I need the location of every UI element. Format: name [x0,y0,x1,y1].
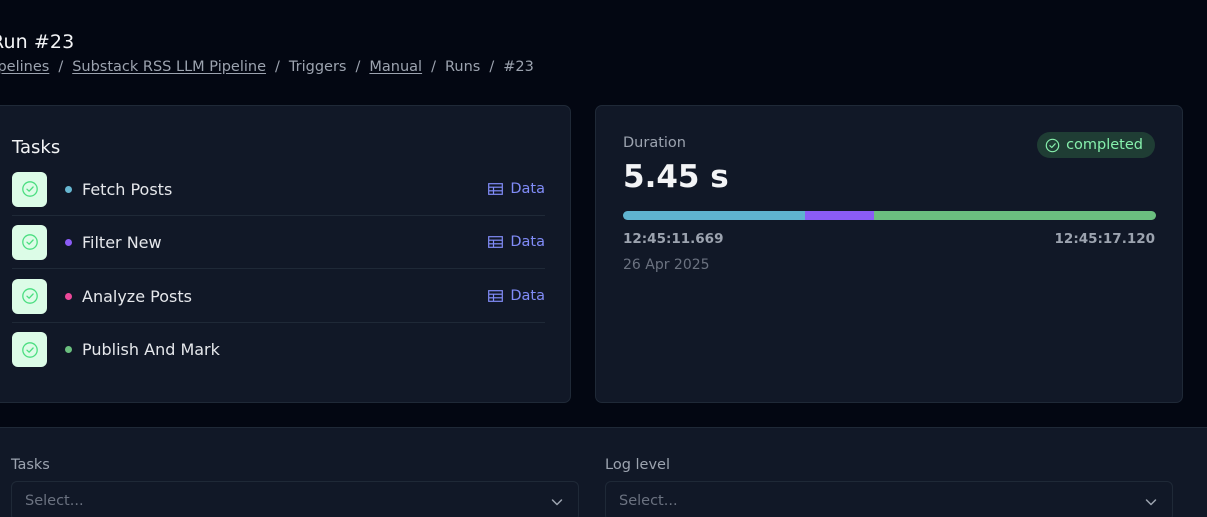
breadcrumb-separator: / [58,59,64,75]
breadcrumb-pipelines[interactable]: Pipelines [0,59,49,75]
task-data-link[interactable]: Data [488,181,545,197]
run-date: 26 Apr 2025 [623,257,710,273]
table-icon [488,236,504,248]
log-filter-panel: Tasks Select... Log level Select... [0,427,1207,517]
task-data-link[interactable]: Data [488,234,545,250]
end-time: 12:45:17.120 [1054,231,1155,247]
task-row-analyze-posts[interactable]: Analyze Posts Data [12,270,545,323]
breadcrumb: Pipelines / Substack RSS LLM Pipeline / … [0,59,534,75]
tasks-select[interactable]: Select... [11,481,579,517]
task-row-publish-and-mark[interactable]: Publish And Mark [12,323,545,376]
breadcrumb-manual[interactable]: Manual [369,59,422,75]
task-row-fetch-posts[interactable]: Fetch Posts Data [12,163,545,216]
task-row-filter-new[interactable]: Filter New Data [12,216,545,269]
breadcrumb-run-id: #23 [503,59,534,75]
task-color-dot [65,238,72,246]
task-color-dot [65,292,72,300]
breadcrumb-triggers: Triggers [288,59,347,75]
log-level-filter-label: Log level [605,457,670,473]
chevron-down-icon [551,499,563,506]
task-name: Analyze Posts [82,286,192,306]
task-color-dot [65,346,72,353]
duration-label: Duration [623,135,686,151]
status-text: completed [1066,137,1143,153]
task-name: Fetch Posts [82,179,173,199]
check-circle-icon [12,224,47,260]
breadcrumb-separator: / [355,59,361,75]
task-color-dot [65,185,72,193]
task-data-label: Data [510,181,545,197]
status-badge: completed [1037,132,1155,158]
tasks-select-placeholder: Select... [25,493,84,509]
check-circle-icon [1045,138,1060,152]
run-page: Run #23 Pipelines / Substack RSS LLM Pip… [0,0,1207,517]
log-level-select[interactable]: Select... [605,481,1173,517]
breadcrumb-separator: / [431,59,436,75]
run-timeline-bar [623,211,1156,220]
chevron-down-icon [1145,499,1157,506]
timeline-segment [805,211,874,220]
breadcrumb-separator: / [489,59,495,75]
page-title: Run #23 [0,31,75,53]
start-time: 12:45:11.669 [623,231,724,247]
task-name: Filter New [82,232,162,252]
breadcrumb-separator: / [275,59,280,75]
table-icon [488,183,504,195]
breadcrumb-pipeline[interactable]: Substack RSS LLM Pipeline [72,59,266,75]
tasks-filter-label: Tasks [11,457,50,473]
task-data-label: Data [510,234,545,250]
breadcrumb-runs: Runs [444,59,481,75]
tasks-card: Tasks Fetch Posts Data Filter New Data A… [0,105,571,403]
check-circle-icon [12,278,47,314]
task-data-label: Data [510,288,545,304]
task-name: Publish And Mark [82,340,220,359]
check-circle-icon [12,332,47,367]
check-circle-icon [12,171,47,207]
task-data-link[interactable]: Data [488,288,545,304]
duration-card: Duration 5.45 s completed 12:45:11.669 1… [595,105,1183,403]
timeline-segment [623,211,806,220]
log-level-select-placeholder: Select... [619,493,678,509]
table-icon [488,290,504,302]
timeline-segment [873,211,1156,220]
duration-value: 5.45 s [623,159,729,195]
tasks-title: Tasks [12,137,61,158]
